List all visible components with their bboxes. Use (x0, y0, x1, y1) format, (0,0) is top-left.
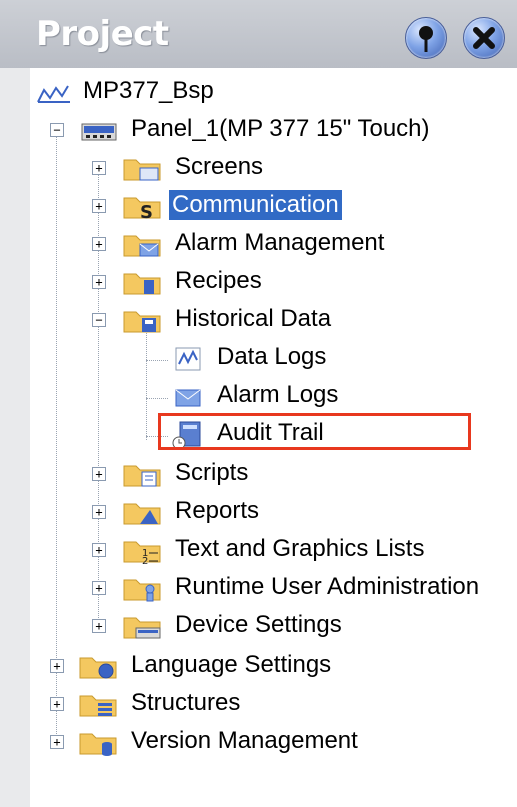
expand-toggle[interactable]: + (50, 697, 64, 711)
folder-user-admin-icon (123, 579, 161, 602)
expand-toggle[interactable]: + (92, 275, 106, 289)
folder-recipes-icon (123, 273, 161, 295)
tree-label: Scripts (175, 459, 249, 486)
panel-title: Project (36, 14, 169, 54)
tree-label: Device Settings (175, 611, 342, 638)
tree-label: Version Management (131, 727, 358, 754)
expand-toggle[interactable]: + (92, 161, 106, 175)
tree-label: Panel_1(MP 377 15" Touch) (131, 115, 430, 142)
expand-toggle[interactable]: + (50, 659, 64, 673)
folder-structures-icon (79, 695, 117, 717)
svg-text:S: S (140, 202, 153, 220)
folder-device-settings-icon (123, 617, 161, 639)
folder-alarm-icon (123, 235, 161, 257)
tree-label-selected: Communication (169, 190, 342, 220)
tree-label: Text and Graphics Lists (175, 535, 425, 562)
folder-version-icon (79, 733, 117, 756)
left-strip (0, 68, 30, 807)
tree-label: Runtime User Administration (175, 573, 480, 600)
expand-toggle[interactable]: + (92, 581, 106, 595)
folder-communication-icon: S (123, 197, 161, 220)
collapse-toggle[interactable]: − (92, 313, 106, 327)
tree-label: Language Settings (131, 651, 332, 678)
tree-label: Alarm Management (175, 229, 385, 256)
data-log-icon (175, 347, 201, 371)
tree-label: Reports (175, 497, 260, 524)
folder-screens-icon (123, 159, 161, 181)
expand-toggle[interactable]: + (92, 505, 106, 519)
tree-label: Historical Data (175, 305, 332, 332)
folder-language-icon (79, 657, 117, 679)
folder-reports-icon (123, 503, 161, 525)
tree-label: Screens (175, 153, 264, 180)
pin-button[interactable] (405, 17, 447, 59)
collapse-toggle[interactable]: − (50, 123, 64, 137)
panel-device-icon (81, 123, 117, 141)
tree-label: Alarm Logs (217, 381, 339, 408)
expand-toggle[interactable]: + (92, 199, 106, 213)
close-button[interactable] (463, 17, 505, 59)
expand-toggle[interactable]: + (92, 619, 106, 633)
highlight-box (158, 413, 471, 450)
tree-label: Structures (131, 689, 241, 716)
expand-toggle[interactable]: + (92, 237, 106, 251)
pin-icon (419, 26, 433, 52)
panel-header: Project (0, 0, 517, 68)
tree-label: MP377_Bsp (83, 77, 214, 104)
svg-text:2: 2 (142, 556, 148, 564)
close-icon (473, 27, 495, 49)
tree-label: Data Logs (217, 343, 327, 370)
folder-scripts-icon (123, 465, 161, 487)
alarm-log-icon (175, 389, 201, 407)
expand-toggle[interactable]: + (92, 543, 106, 557)
folder-historical-icon (123, 311, 161, 333)
tree-label: Recipes (175, 267, 262, 294)
expand-toggle[interactable]: + (92, 467, 106, 481)
expand-toggle[interactable]: + (50, 735, 64, 749)
folder-lists-icon: 1 2 (123, 541, 161, 564)
project-icon (37, 85, 70, 103)
